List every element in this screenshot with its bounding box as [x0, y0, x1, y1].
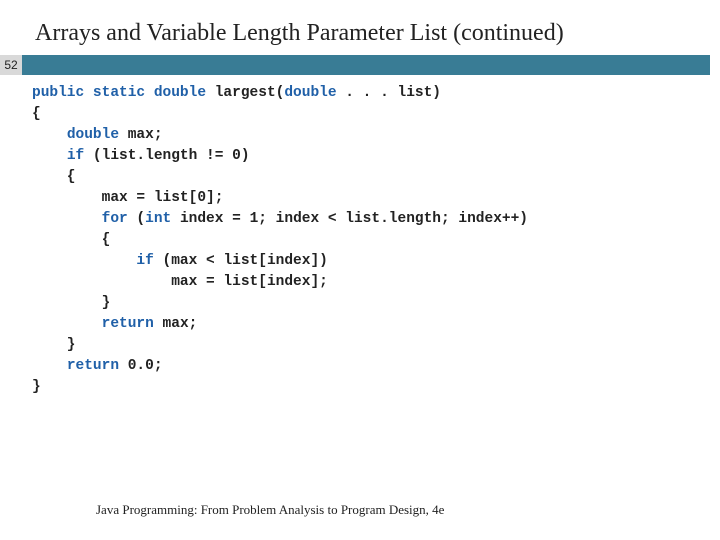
code-text: 0.0; [119, 358, 163, 374]
keyword: return [67, 358, 119, 374]
code-line: } [32, 377, 720, 398]
code-text: max; [154, 316, 198, 332]
code-line: double max; [32, 125, 720, 146]
code-text [32, 211, 102, 227]
code-line: for (int index = 1; index < list.length;… [32, 209, 720, 230]
keyword: return [102, 316, 154, 332]
slide-title: Arrays and Variable Length Parameter Lis… [0, 0, 720, 55]
keyword: double [67, 127, 119, 143]
slide-number: 52 [0, 55, 22, 75]
code-text [32, 253, 136, 269]
keyword: if [67, 148, 84, 164]
keyword: if [136, 253, 153, 269]
code-text: (list.length != 0) [84, 148, 249, 164]
code-line: return max; [32, 314, 720, 335]
code-text: max; [119, 127, 163, 143]
keyword: public static double [32, 85, 206, 101]
accent-bar [22, 55, 710, 75]
code-text [32, 148, 67, 164]
code-text [32, 358, 67, 374]
code-line: { [32, 104, 720, 125]
keyword: int [145, 211, 171, 227]
code-line: } [32, 293, 720, 314]
accent-row: 52 [0, 55, 720, 75]
code-line: { [32, 167, 720, 188]
code-text [32, 127, 67, 143]
keyword: double [284, 85, 336, 101]
code-text: largest( [206, 85, 284, 101]
code-line: max = list[index]; [32, 272, 720, 293]
code-text: ( [128, 211, 145, 227]
code-text: . . . list) [337, 85, 441, 101]
code-text: index = 1; index < list.length; index++) [171, 211, 528, 227]
code-line: max = list[0]; [32, 188, 720, 209]
code-block: public static double largest(double . . … [0, 75, 720, 398]
footer-text: Java Programming: From Problem Analysis … [96, 502, 444, 518]
code-line: public static double largest(double . . … [32, 83, 720, 104]
code-text [32, 316, 102, 332]
code-line: if (max < list[index]) [32, 251, 720, 272]
code-line: return 0.0; [32, 356, 720, 377]
code-text: (max < list[index]) [154, 253, 328, 269]
code-line: } [32, 335, 720, 356]
code-line: { [32, 230, 720, 251]
keyword: for [102, 211, 128, 227]
code-line: if (list.length != 0) [32, 146, 720, 167]
slide: Arrays and Variable Length Parameter Lis… [0, 0, 720, 540]
